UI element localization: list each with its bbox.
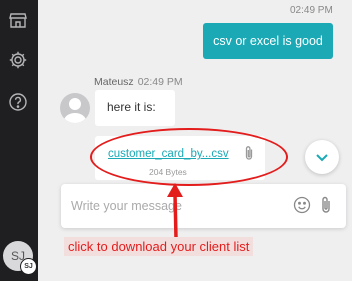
outgoing-message-time: 02:49 PM	[290, 5, 333, 16]
file-attachment-bubble[interactable]: customer_card_by...csv 204 Bytes	[95, 136, 265, 180]
outgoing-message-bubble: csv or excel is good	[203, 23, 333, 59]
incoming-message-header: Mateusz 02:49 PM	[94, 76, 183, 88]
sender-name: Mateusz	[94, 76, 134, 88]
attach-icon[interactable]	[319, 195, 333, 215]
message-composer	[61, 184, 346, 228]
user-status-badge: SJ	[20, 258, 37, 275]
chevron-down-icon	[316, 154, 328, 162]
incoming-message-bubble: here it is:	[95, 90, 175, 126]
incoming-message-time: 02:49 PM	[137, 76, 183, 88]
person-icon	[63, 98, 87, 123]
sender-avatar	[60, 93, 90, 123]
store-icon[interactable]	[7, 9, 29, 31]
help-icon[interactable]	[7, 91, 29, 113]
paperclip-icon	[245, 146, 253, 160]
file-download-link[interactable]: customer_card_by...csv	[108, 148, 229, 160]
message-input[interactable]	[71, 196, 271, 216]
file-size: 204 Bytes	[149, 167, 187, 177]
scroll-down-button[interactable]	[305, 140, 339, 174]
annotation-label: click to download your client list	[64, 237, 254, 256]
emoji-icon[interactable]	[293, 196, 311, 214]
gear-icon[interactable]	[7, 49, 29, 71]
left-sidebar: SJ SJ	[0, 0, 38, 281]
